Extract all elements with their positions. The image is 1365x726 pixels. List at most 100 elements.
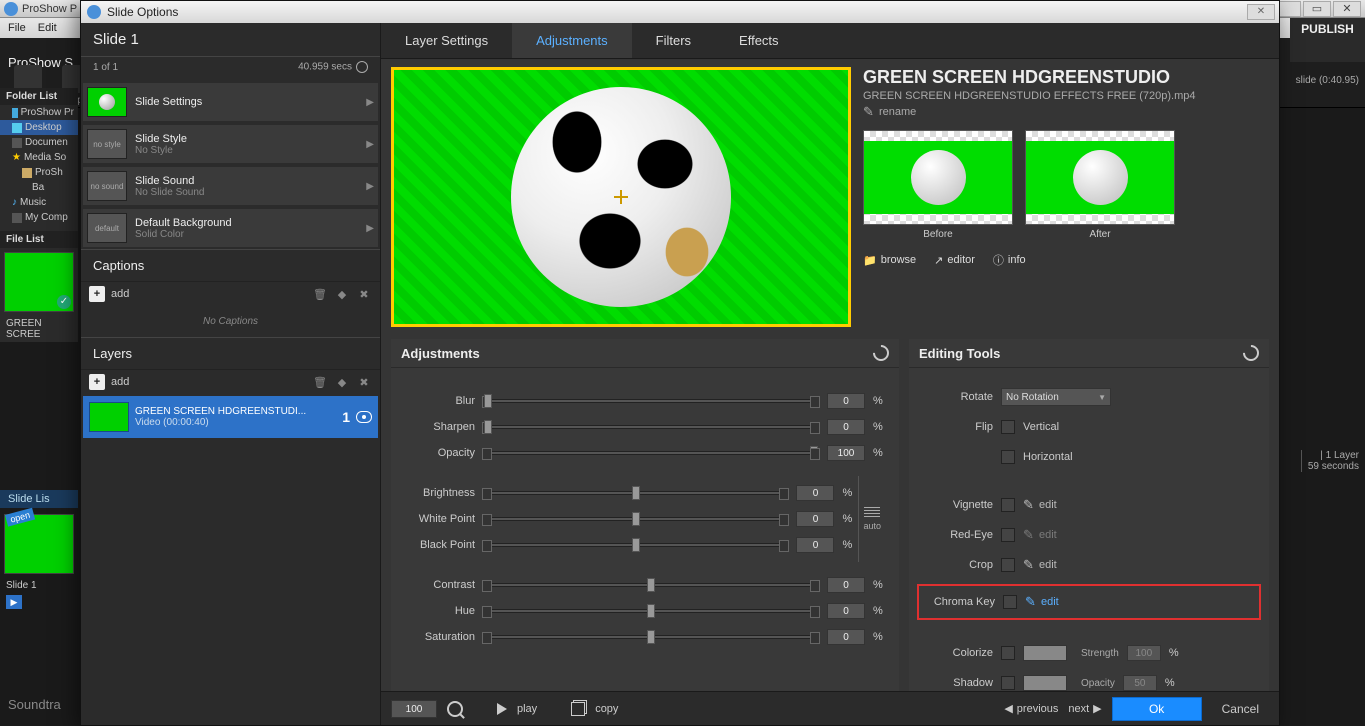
tab-adjustments[interactable]: Adjustments xyxy=(512,23,632,58)
slide-duration: 40.959 secs xyxy=(298,62,352,73)
zoom-input[interactable]: 100 xyxy=(391,700,437,718)
slide-sound-row[interactable]: no sound Slide SoundNo Slide Sound ▶ xyxy=(83,167,378,205)
crop-label: Crop xyxy=(923,559,993,571)
pencil-icon xyxy=(863,106,875,118)
layer-item[interactable]: GREEN SCREEN HDGREENSTUDI... Video (00:0… xyxy=(83,396,378,438)
vignette-edit-button[interactable]: edit xyxy=(1023,499,1057,511)
media-filename: GREEN SCREEN HDGREENSTUDIO EFFECTS FREE … xyxy=(863,90,1269,102)
menu-file[interactable]: File xyxy=(8,22,26,34)
add-caption-button[interactable]: + xyxy=(89,286,105,302)
strength-value[interactable]: 100 xyxy=(1127,645,1161,661)
copy-icon[interactable] xyxy=(571,702,585,716)
sort-icon[interactable]: ◆ xyxy=(334,286,350,302)
dialog-icon xyxy=(87,5,101,19)
publish-button[interactable]: PUBLISH xyxy=(1290,18,1365,62)
folder-item[interactable]: ProSh xyxy=(0,165,78,180)
tab-effects[interactable]: Effects xyxy=(715,23,803,58)
opacity-value[interactable]: 100 xyxy=(827,445,865,461)
folder-icon: 📁 xyxy=(863,254,877,267)
file-thumbnail[interactable]: ✓ xyxy=(4,252,74,312)
tab-filters[interactable]: Filters xyxy=(632,23,715,58)
before-thumbnail[interactable] xyxy=(863,130,1013,225)
adjustments-header: Adjustments xyxy=(401,346,480,361)
add-layer-button[interactable]: + xyxy=(89,374,105,390)
crop-edit-button[interactable]: edit xyxy=(1023,559,1057,571)
zoom-icon[interactable] xyxy=(447,701,463,717)
slide-background-row[interactable]: default Default BackgroundSolid Color ▶ xyxy=(83,209,378,247)
pencil-icon xyxy=(1025,596,1037,608)
app-max-button[interactable]: ▭ xyxy=(1303,1,1331,17)
trash-icon[interactable]: 🗑 xyxy=(312,374,328,390)
rotate-select[interactable]: No Rotation xyxy=(1001,388,1111,406)
app-title: ProShow P xyxy=(22,3,77,15)
crosshair-icon[interactable] xyxy=(614,190,628,204)
play-label[interactable]: play xyxy=(517,703,537,715)
dialog-close-button[interactable]: ✕ xyxy=(1247,4,1275,20)
auto-button[interactable]: auto xyxy=(858,476,885,562)
ok-button[interactable]: Ok xyxy=(1112,697,1202,721)
trash-icon[interactable]: 🗑 xyxy=(312,286,328,302)
chroma-key-edit-button[interactable]: edit xyxy=(1025,596,1059,608)
layers-header: Layers xyxy=(81,337,380,370)
folder-item[interactable]: ★Media So xyxy=(0,150,78,165)
flip-vertical-checkbox[interactable] xyxy=(1001,420,1015,434)
blackpoint-slider[interactable]: Black Point 0 % xyxy=(405,536,854,554)
flip-label: Flip xyxy=(923,421,993,433)
blur-value[interactable]: 0 xyxy=(827,393,865,409)
blur-slider[interactable]: Blur 0 % xyxy=(405,392,885,410)
crop-checkbox[interactable] xyxy=(1001,558,1015,572)
editor-button[interactable]: ↗editor xyxy=(934,252,975,268)
play-slide-icon[interactable]: ▶ xyxy=(6,595,22,609)
folder-item[interactable]: Ba xyxy=(0,180,78,195)
app-close-button[interactable]: ✕ xyxy=(1333,1,1361,17)
tab-layer-settings[interactable]: Layer Settings xyxy=(381,23,512,58)
chroma-key-checkbox[interactable] xyxy=(1003,595,1017,609)
shadow-checkbox[interactable] xyxy=(1001,676,1015,690)
whitepoint-slider[interactable]: White Point 0 % xyxy=(405,510,854,528)
shadow-swatch[interactable] xyxy=(1023,675,1067,691)
colorize-checkbox[interactable] xyxy=(1001,646,1015,660)
redeye-checkbox[interactable] xyxy=(1001,528,1015,542)
file-label: GREEN SCREE xyxy=(0,316,78,342)
hue-slider[interactable]: Hue 0 % xyxy=(405,602,885,620)
cancel-button[interactable]: Cancel xyxy=(1212,702,1269,716)
folder-item[interactable]: ProShow Pr xyxy=(0,105,78,120)
reset-icon[interactable] xyxy=(1240,342,1263,365)
tools-icon[interactable]: ✖ xyxy=(356,286,372,302)
saturation-slider[interactable]: Saturation 0 % xyxy=(405,628,885,646)
shadow-opacity-value[interactable]: 50 xyxy=(1123,675,1157,691)
chevron-right-icon: ▶ xyxy=(366,139,374,150)
brightness-slider[interactable]: Brightness 0 % xyxy=(405,484,854,502)
folder-item[interactable]: Documen xyxy=(0,135,78,150)
folder-item[interactable]: ♪Music xyxy=(0,195,78,210)
slide-style-row[interactable]: no style Slide StyleNo Style ▶ xyxy=(83,125,378,163)
after-thumbnail[interactable] xyxy=(1025,130,1175,225)
sharpen-slider[interactable]: Sharpen 0 % xyxy=(405,418,885,436)
tools-icon[interactable]: ✖ xyxy=(356,374,372,390)
opacity-slider[interactable]: Opacity 100 % xyxy=(405,444,885,462)
slide-thumbnail[interactable]: open xyxy=(4,514,74,574)
slide-settings-row[interactable]: Slide Settings ▶ xyxy=(83,83,378,121)
flip-horizontal-checkbox[interactable] xyxy=(1001,450,1015,464)
info-button[interactable]: ⓘinfo xyxy=(993,252,1026,268)
pencil-icon xyxy=(1023,529,1035,541)
copy-label[interactable]: copy xyxy=(595,703,618,715)
slide-list-tab[interactable]: Slide Lis xyxy=(0,490,78,508)
previous-button[interactable]: ◀previous xyxy=(1004,702,1058,715)
sort-icon[interactable]: ◆ xyxy=(334,374,350,390)
sharpen-value[interactable]: 0 xyxy=(827,419,865,435)
vignette-checkbox[interactable] xyxy=(1001,498,1015,512)
folder-item[interactable]: My Comp xyxy=(0,210,78,225)
visibility-icon[interactable] xyxy=(356,411,372,423)
dialog-titlebar[interactable]: Slide Options ✕ xyxy=(81,1,1279,23)
preview-canvas[interactable] xyxy=(391,67,851,327)
colorize-swatch[interactable] xyxy=(1023,645,1067,661)
next-button[interactable]: next▶ xyxy=(1068,702,1101,715)
browse-button[interactable]: 📁browse xyxy=(863,252,916,268)
rename-button[interactable]: rename xyxy=(863,106,1269,118)
reset-icon[interactable] xyxy=(870,342,893,365)
contrast-slider[interactable]: Contrast 0 % xyxy=(405,576,885,594)
folder-item[interactable]: Desktop xyxy=(0,120,78,135)
menu-edit[interactable]: Edit xyxy=(38,22,57,34)
play-icon[interactable] xyxy=(497,703,507,715)
